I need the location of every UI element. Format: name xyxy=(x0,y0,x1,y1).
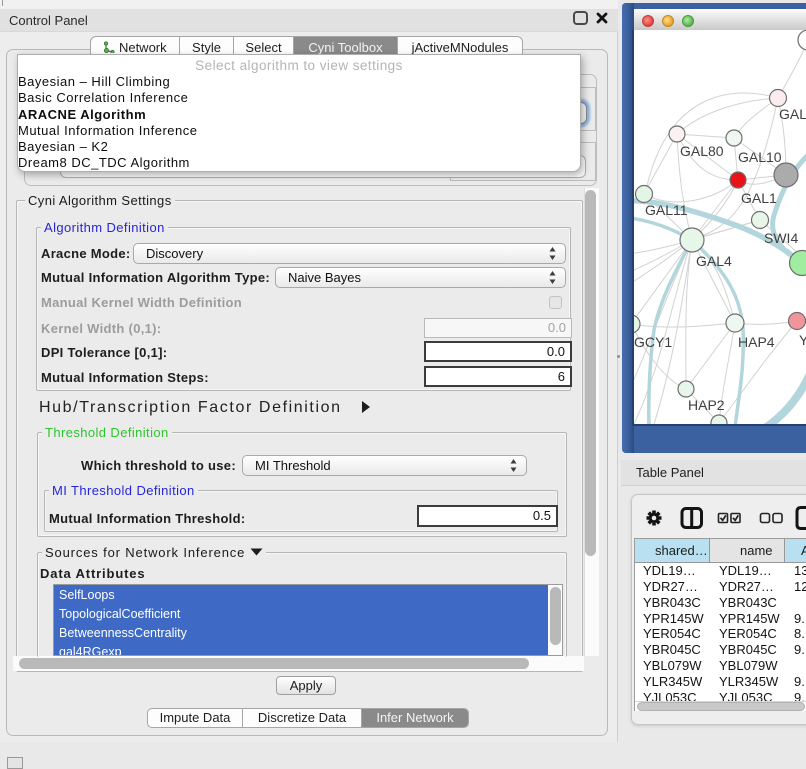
svg-text:GAL80: GAL80 xyxy=(680,143,724,159)
svg-text:SWI4: SWI4 xyxy=(764,230,798,246)
svg-text:GAL1: GAL1 xyxy=(741,190,777,206)
svg-text:Y: Y xyxy=(799,332,806,348)
svg-text:GCY1: GCY1 xyxy=(634,334,672,350)
svg-text:GAL10: GAL10 xyxy=(738,149,782,165)
svg-text:GAL11: GAL11 xyxy=(645,202,688,218)
svg-text:GAL7: GAL7 xyxy=(779,106,806,122)
svg-text:HAP4: HAP4 xyxy=(738,334,775,350)
svg-text:HAP2: HAP2 xyxy=(688,397,725,413)
svg-text:GAL4: GAL4 xyxy=(696,253,732,269)
